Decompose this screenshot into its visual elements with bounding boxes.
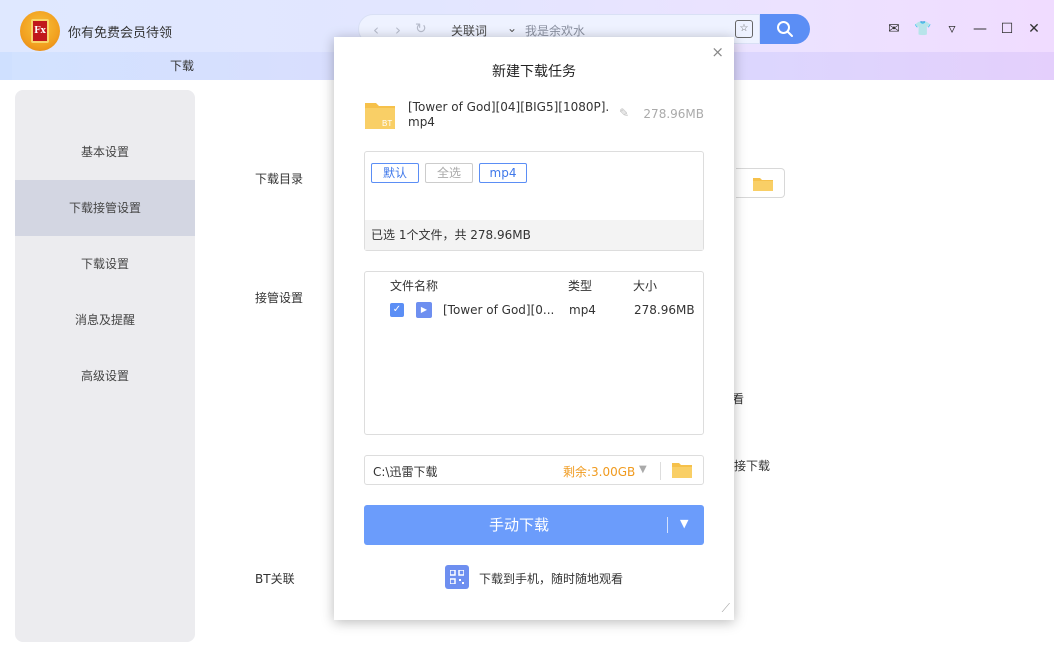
takeover-label: 接管设置 bbox=[255, 291, 304, 305]
tab-download[interactable]: 下载 bbox=[12, 52, 352, 80]
selection-summary: 已选 1个文件，共 278.96MB bbox=[365, 220, 703, 250]
col-header-size: 大小 bbox=[633, 279, 658, 293]
bt-assoc-label: BT关联 bbox=[255, 572, 295, 586]
sidebar-item-takeover[interactable]: 下载接管设置 bbox=[15, 180, 195, 236]
sidebar-item-download[interactable]: 下载设置 bbox=[15, 236, 195, 292]
qr-code-icon bbox=[445, 565, 469, 589]
settings-sidebar: 基本设置 下载接管设置 下载设置 消息及提醒 高级设置 bbox=[15, 90, 195, 642]
setting-fragment: 接下载 bbox=[734, 459, 771, 473]
divider bbox=[667, 517, 668, 533]
new-download-dialog: × 新建下载任务 BT [Tower of God][04][BIG5][108… bbox=[334, 37, 734, 620]
download-button-label: 手动下载 bbox=[488, 516, 549, 534]
file-name: [Tower of God][04][BIG5][1080P].mp4 bbox=[408, 100, 610, 129]
edit-icon[interactable]: ✎ bbox=[619, 106, 629, 120]
search-button[interactable] bbox=[760, 14, 810, 44]
logo-mark: Fx bbox=[31, 19, 49, 43]
file-size: 278.96MB bbox=[643, 107, 704, 121]
filter-default-chip[interactable]: 默认 bbox=[371, 163, 419, 183]
manual-download-button[interactable]: 手动下载 ▼ bbox=[364, 505, 704, 545]
row-file-size: 278.96MB bbox=[634, 303, 695, 317]
dialog-title: 新建下载任务 bbox=[492, 64, 576, 80]
dropdown-arrow-icon[interactable]: ▼ bbox=[680, 517, 688, 530]
row-checkbox[interactable]: ✓ bbox=[390, 303, 404, 317]
folder-icon bbox=[753, 178, 773, 191]
maximize-icon[interactable]: ☐ bbox=[998, 20, 1016, 38]
phone-download-text: 下载到手机，随时随地观看 bbox=[479, 572, 624, 586]
bt-folder-icon: BT bbox=[365, 103, 395, 129]
chevron-down-icon[interactable]: ⌄ bbox=[507, 21, 517, 35]
close-window-icon[interactable]: ✕ bbox=[1025, 20, 1043, 38]
file-table: 文件名称 类型 大小 ✓ ▶ [Tower of God][0... mp4 2… bbox=[364, 271, 704, 435]
sidebar-item-basic[interactable]: 基本设置 bbox=[15, 124, 195, 180]
minimize-icon[interactable]: — bbox=[971, 20, 989, 38]
filter-select-all-chip[interactable]: 全选 bbox=[425, 163, 473, 183]
divider bbox=[660, 462, 661, 480]
bookmark-icon[interactable]: ☆ bbox=[735, 20, 753, 38]
col-header-type: 类型 bbox=[568, 279, 593, 293]
file-filter-box: 默认 全选 mp4 已选 1个文件，共 278.96MB bbox=[364, 151, 704, 251]
row-file-name: [Tower of God][0... bbox=[443, 303, 555, 317]
bt-badge: BT bbox=[382, 119, 392, 128]
free-space: 剩余:3.00GB bbox=[563, 465, 636, 479]
col-header-name: 文件名称 bbox=[390, 279, 439, 293]
filter-mp4-chip[interactable]: mp4 bbox=[479, 163, 527, 183]
close-icon[interactable]: × bbox=[711, 43, 724, 61]
vip-promo-text[interactable]: 你有免费会员待领 bbox=[68, 22, 172, 41]
search-icon bbox=[777, 21, 793, 37]
skin-icon[interactable]: 👕 bbox=[914, 20, 932, 38]
refresh-icon[interactable]: ↻ bbox=[415, 21, 427, 37]
dir-browse-button[interactable] bbox=[736, 168, 785, 198]
resize-handle-icon[interactable]: ⟋ bbox=[722, 601, 730, 616]
sidebar-item-advanced[interactable]: 高级设置 bbox=[15, 348, 195, 404]
dropdown-icon[interactable]: ▼ bbox=[639, 464, 647, 475]
save-path-field[interactable]: C:\迅雷下载 剩余:3.00GB ▼ bbox=[364, 455, 704, 485]
download-dir-label: 下载目录 bbox=[255, 172, 304, 186]
app-logo[interactable]: Fx bbox=[20, 11, 60, 51]
video-file-icon: ▶ bbox=[416, 302, 432, 318]
mail-icon[interactable]: ✉ bbox=[885, 20, 903, 38]
sidebar-item-notify[interactable]: 消息及提醒 bbox=[15, 292, 195, 348]
menu-icon[interactable]: ▿ bbox=[943, 20, 961, 38]
folder-icon[interactable] bbox=[671, 461, 693, 479]
save-path[interactable]: C:\迅雷下载 bbox=[373, 463, 437, 480]
row-file-type: mp4 bbox=[569, 303, 596, 317]
